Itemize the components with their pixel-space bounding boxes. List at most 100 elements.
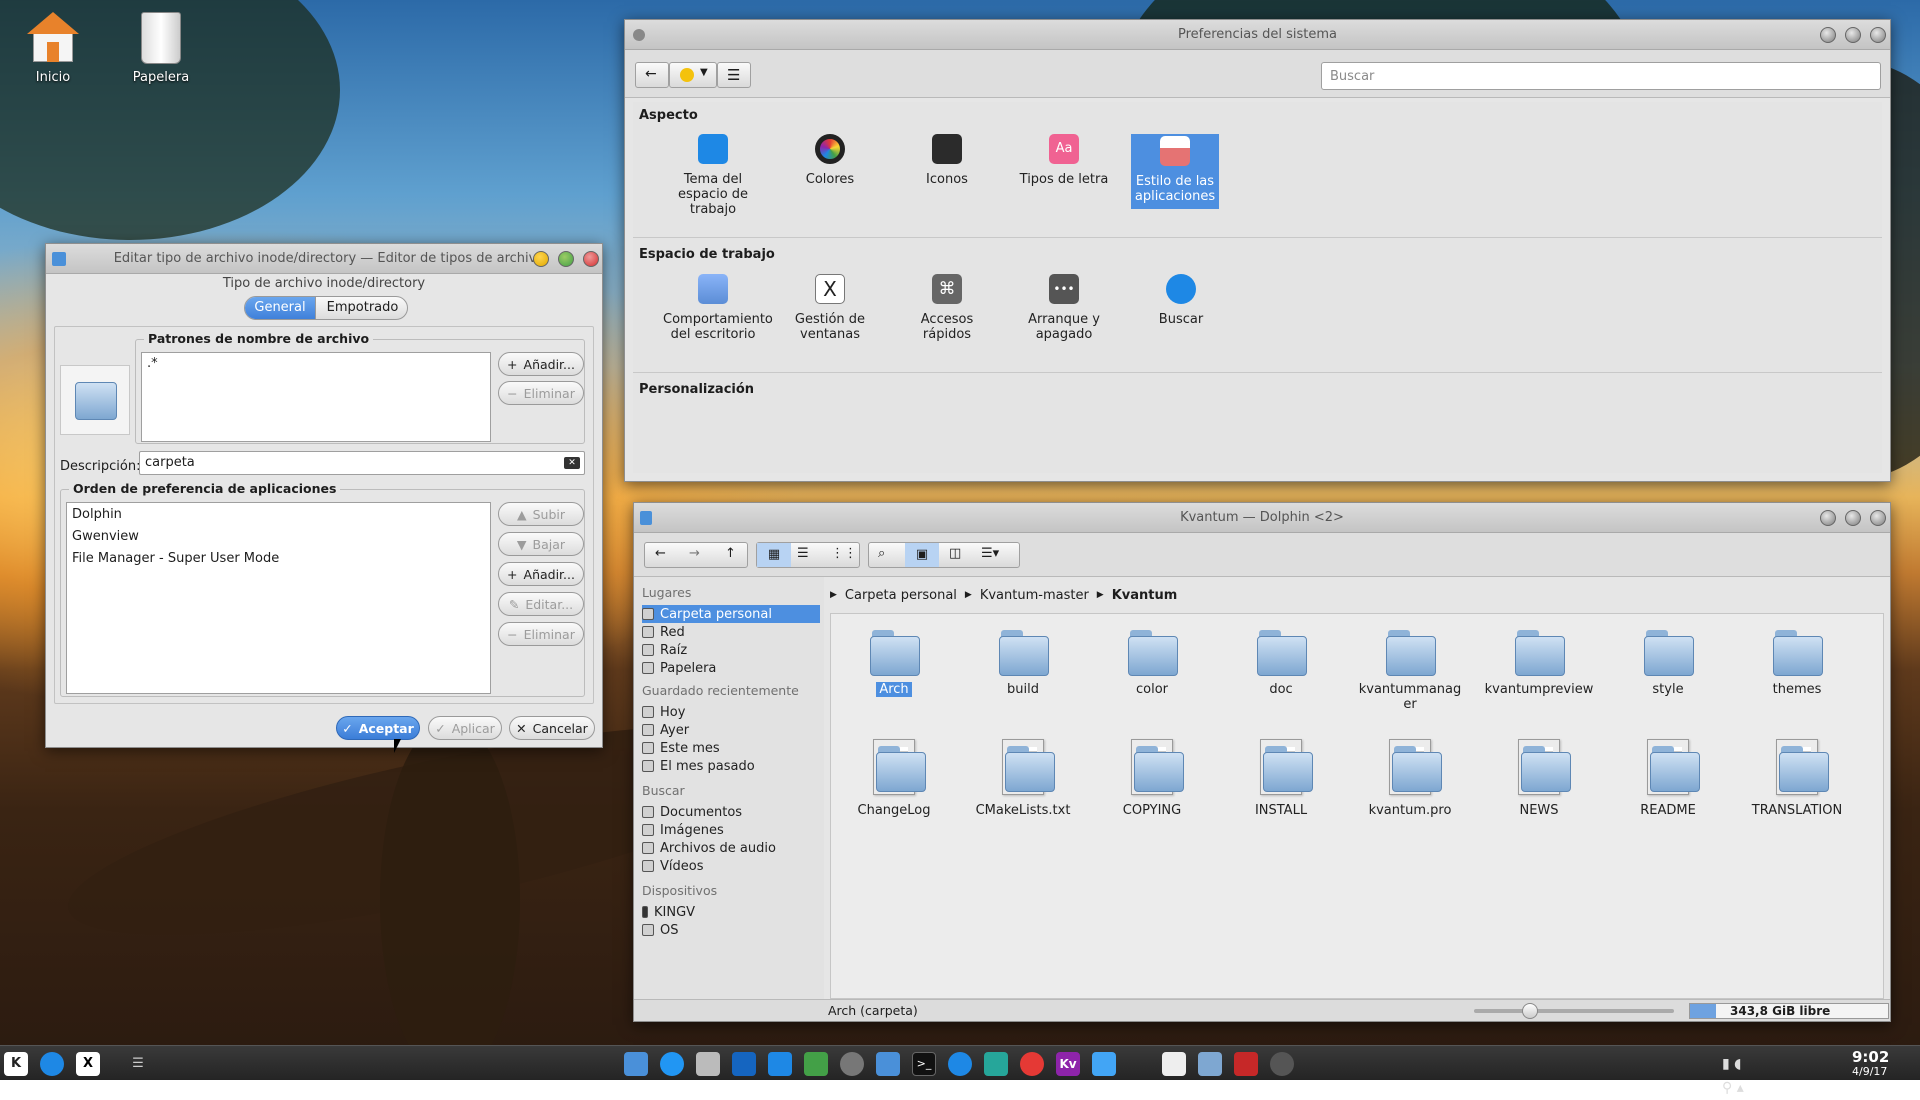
forward-button[interactable]: → (689, 546, 700, 561)
folder-item[interactable]: style (1613, 624, 1723, 697)
list-item[interactable]: File Manager - Super User Mode (72, 551, 279, 566)
browser-icon[interactable] (660, 1052, 684, 1076)
folder-item[interactable]: kvantumpreview (1484, 624, 1594, 697)
compact-view-button[interactable]: ⋮⋮ (831, 546, 857, 561)
folder-icon-button[interactable] (60, 365, 130, 435)
item-colors[interactable]: Colores (780, 134, 880, 187)
details-view-button[interactable]: ☰ (797, 546, 809, 561)
menu-button[interactable]: ☰ (717, 62, 751, 88)
file-manager-icon[interactable] (876, 1052, 900, 1076)
document-app-icon[interactable] (768, 1052, 792, 1076)
minimize-button[interactable] (1820, 27, 1836, 43)
device-os[interactable]: OS (642, 921, 792, 939)
network-app-icon[interactable] (696, 1052, 720, 1076)
folder-item[interactable]: kvantummanager (1355, 624, 1465, 712)
folder-item[interactable]: Arch (839, 624, 949, 697)
breadcrumb-item[interactable]: Carpeta personal (845, 588, 957, 603)
recent-this-month[interactable]: Este mes (642, 739, 792, 757)
clock-date[interactable]: 4/9/17 (1852, 1065, 1887, 1078)
search-audio[interactable]: Archivos de audio (642, 839, 792, 857)
spreadsheet-icon[interactable] (804, 1052, 828, 1076)
item-desktop-behavior[interactable]: Comportamiento del escritorio (663, 274, 773, 342)
item-icons[interactable]: Iconos (897, 134, 997, 187)
place-network[interactable]: Red (642, 623, 792, 641)
apply-button[interactable]: ✓ Aplicar (428, 716, 502, 740)
item-shortcuts[interactable]: ⌘ Accesos rápidos (897, 274, 997, 342)
preview-button[interactable]: ▣ (905, 543, 939, 567)
file-item[interactable]: kvantum.pro (1355, 739, 1465, 818)
file-item[interactable]: TRANSLATION (1742, 739, 1852, 818)
close-button[interactable] (1870, 27, 1886, 43)
desktop-icon-home[interactable]: Inicio (8, 12, 98, 85)
search-videos[interactable]: Vídeos (642, 857, 792, 875)
edit-app-button[interactable]: ✎ Editar... (498, 592, 584, 616)
item-search[interactable]: Buscar (1131, 274, 1231, 327)
folder-item[interactable]: themes (1742, 624, 1852, 697)
place-root[interactable]: Raíz (642, 641, 792, 659)
item-application-style[interactable]: Estilo de las aplicaciones (1131, 134, 1219, 209)
folder-item[interactable]: build (968, 624, 1078, 697)
recent-last-month[interactable]: El mes pasado (642, 757, 792, 775)
icons-view-button[interactable]: ▦ (757, 543, 791, 567)
tray-icons[interactable]: ▮ ◖ ⚲ ▴ (1722, 1052, 1746, 1096)
description-input[interactable]: carpeta ✕ (139, 451, 585, 475)
image-viewer-icon[interactable] (984, 1052, 1008, 1076)
folder-item[interactable]: color (1097, 624, 1207, 697)
close-button[interactable] (1870, 510, 1886, 526)
clock-time[interactable]: 9:02 (1852, 1048, 1889, 1066)
clear-icon[interactable]: ✕ (564, 457, 580, 469)
file-item[interactable]: COPYING (1097, 739, 1207, 818)
apps-list[interactable]: Dolphin Gwenview File Manager - Super Us… (66, 502, 491, 694)
place-trash[interactable]: Papelera (642, 659, 792, 677)
trash-icon[interactable] (1234, 1052, 1258, 1076)
file-item[interactable]: ChangeLog (839, 739, 949, 818)
back-button[interactable]: ← (655, 546, 666, 561)
slider-handle[interactable] (1522, 1003, 1538, 1019)
item-fonts[interactable]: Aa Tipos de letra (1014, 134, 1114, 187)
minimize-button[interactable] (1820, 510, 1836, 526)
compass-icon[interactable] (948, 1052, 972, 1076)
minimize-button[interactable] (533, 251, 549, 267)
tab-embedded[interactable]: Empotrado (315, 297, 407, 319)
maximize-button[interactable] (1845, 27, 1861, 43)
remove-app-button[interactable]: − Eliminar (498, 622, 584, 646)
move-up-button[interactable]: ▲ Subir (498, 502, 584, 526)
breadcrumb-item-current[interactable]: Kvantum (1112, 588, 1178, 603)
clip-icon[interactable] (1092, 1052, 1116, 1076)
pattern-item[interactable]: .* (147, 356, 158, 371)
breadcrumb-item[interactable]: Kvantum-master (980, 588, 1089, 603)
item-startup-shutdown[interactable]: ••• Arranque y apagado (1014, 274, 1114, 342)
search-input[interactable]: Buscar (1321, 62, 1881, 90)
maximize-button[interactable] (558, 251, 574, 267)
file-item[interactable]: README (1613, 739, 1723, 818)
recent-yesterday[interactable]: Ayer (642, 721, 792, 739)
mail-icon[interactable] (732, 1052, 756, 1076)
folder-icon[interactable] (1198, 1052, 1222, 1076)
search-icon[interactable] (40, 1052, 64, 1076)
terminal-icon[interactable]: >_ (912, 1052, 936, 1076)
settings-icon[interactable] (840, 1052, 864, 1076)
search-documents[interactable]: Documentos (642, 803, 792, 821)
kde-launcher-icon[interactable]: K (4, 1052, 28, 1076)
item-workspace-theme[interactable]: Tema del espacio de trabajo (663, 134, 763, 217)
menu-button[interactable]: ☰▾ (981, 546, 999, 561)
add-pattern-button[interactable]: + Añadir... (498, 352, 584, 376)
device-kingv[interactable]: KINGV (642, 903, 792, 921)
back-button[interactable]: ← (635, 62, 669, 88)
move-down-button[interactable]: ▼ Bajar (498, 532, 584, 556)
highlight-menu-button[interactable]: ▼ (669, 62, 717, 88)
list-item[interactable]: Gwenview (72, 529, 139, 544)
kvantum-icon[interactable]: Kv (1056, 1052, 1080, 1076)
folder-item[interactable]: doc (1226, 624, 1336, 697)
patterns-list[interactable]: .* (141, 352, 491, 442)
opera-icon[interactable] (1020, 1052, 1044, 1076)
zoom-slider[interactable] (1474, 1003, 1674, 1019)
search-images[interactable]: Imágenes (642, 821, 792, 839)
file-item[interactable]: NEWS (1484, 739, 1594, 818)
desktop-icon-trash[interactable]: Papelera (116, 12, 206, 85)
remove-pattern-button[interactable]: − Eliminar (498, 381, 584, 405)
list-item[interactable]: Dolphin (72, 507, 122, 522)
search-icon[interactable]: ⌕ (878, 546, 885, 561)
file-item[interactable]: CMakeLists.txt (968, 739, 1078, 818)
x-app-icon[interactable]: X (76, 1052, 100, 1076)
